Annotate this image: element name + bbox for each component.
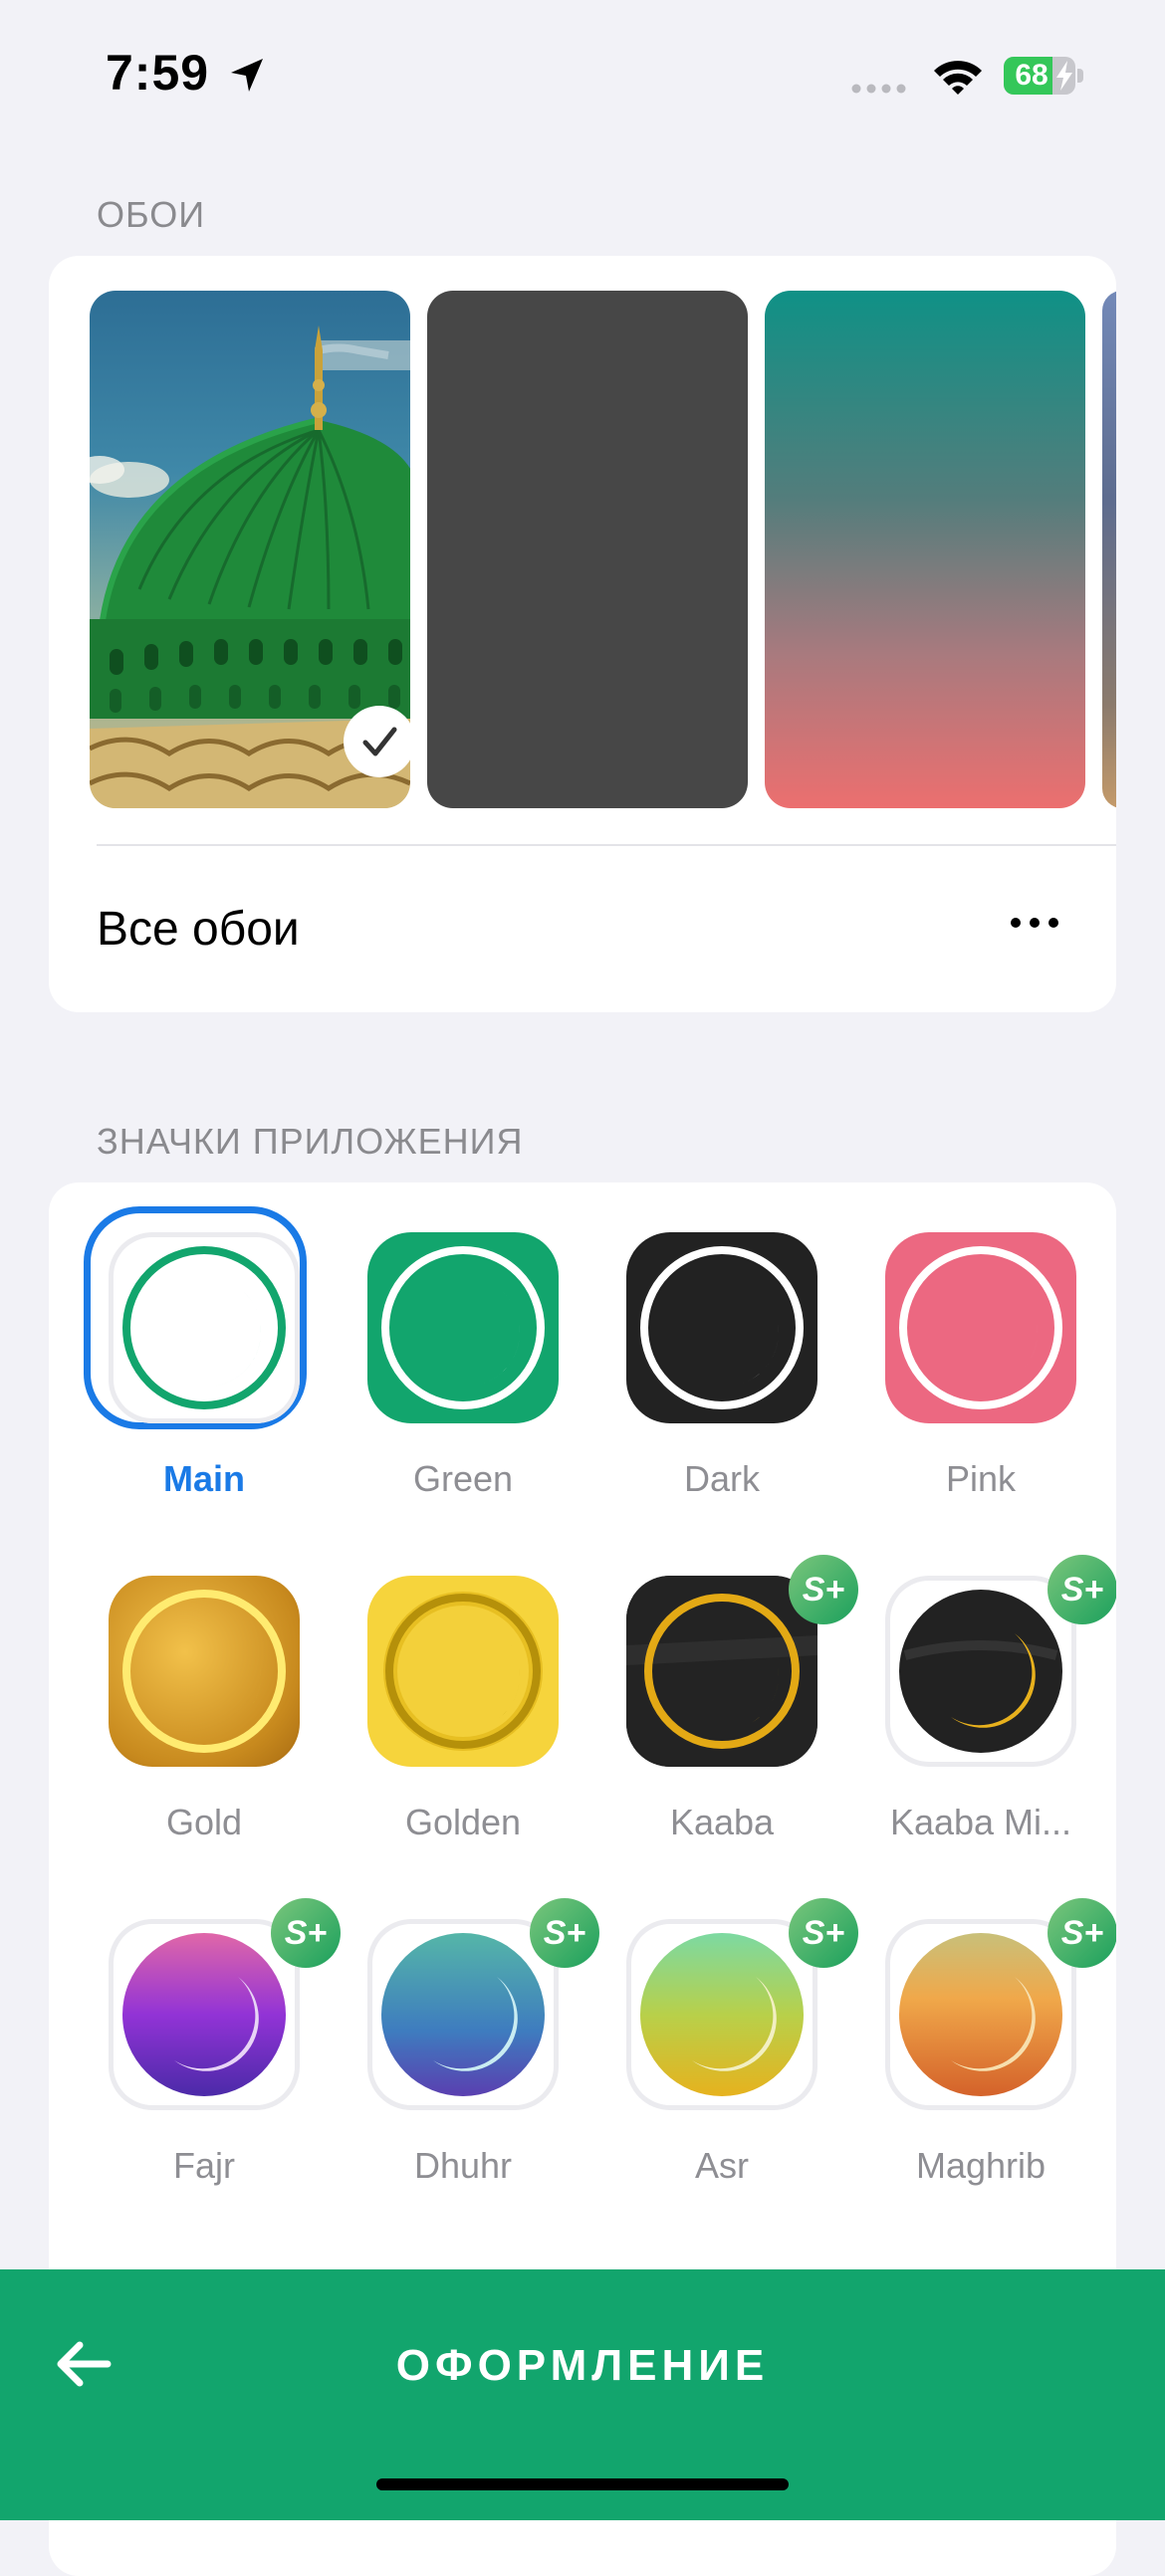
all-wallpapers-row[interactable]: Все обои bbox=[49, 853, 1116, 1002]
app-icon-label: Maghrib bbox=[915, 2145, 1047, 2186]
maghrib-icon bbox=[885, 1919, 1076, 2110]
main-icon bbox=[109, 1232, 300, 1423]
wallpaper-dark-gray[interactable] bbox=[427, 291, 748, 808]
home-indicator bbox=[376, 2478, 789, 2490]
wallpapers-header: ОБОИ bbox=[97, 194, 206, 235]
charging-bolt-icon bbox=[1056, 61, 1072, 91]
gold-icon bbox=[109, 1576, 300, 1767]
asr-icon bbox=[626, 1919, 817, 2110]
wifi-icon bbox=[934, 61, 982, 95]
pink-icon bbox=[885, 1232, 1076, 1423]
status-time: 7:59 bbox=[106, 45, 210, 101]
app-icon-asr[interactable]: S+ Asr bbox=[567, 1869, 858, 2186]
app-icon-label: Pink bbox=[945, 1458, 1017, 1499]
fajr-icon bbox=[109, 1919, 300, 2110]
selected-check-icon bbox=[344, 706, 410, 777]
app-icon-golden[interactable]: Golden bbox=[308, 1526, 559, 1842]
dark-icon bbox=[626, 1232, 817, 1423]
more-icon[interactable] bbox=[1010, 917, 1059, 929]
kaaba-icon bbox=[626, 1576, 817, 1767]
wallpaper-teal-gradient[interactable] bbox=[765, 291, 1085, 808]
cellular-signal-icon bbox=[851, 84, 906, 94]
app-icon-main[interactable]: Main bbox=[49, 1182, 307, 1499]
app-icon-green[interactable]: Green bbox=[308, 1182, 559, 1499]
green-icon bbox=[367, 1232, 559, 1423]
kaaba-mini-icon bbox=[885, 1576, 1076, 1767]
app-icon-kaaba-mini[interactable]: S+ Kaaba Mi... bbox=[825, 1526, 1116, 1842]
premium-badge: S+ bbox=[1048, 1898, 1116, 1968]
wallpaper-mosque-dome[interactable] bbox=[90, 291, 410, 808]
app-icon-dhuhr[interactable]: S+ Dhuhr bbox=[308, 1869, 599, 2186]
app-icon-gold[interactable]: Gold bbox=[49, 1526, 300, 1842]
screen-title: ОФОРМЛЕНИЕ bbox=[395, 2341, 770, 2390]
app-icon-kaaba[interactable]: S+ Kaaba bbox=[567, 1526, 858, 1842]
divider bbox=[97, 844, 1116, 846]
wallpapers-card: Все обои bbox=[49, 256, 1116, 1012]
battery-icon: 68 bbox=[1004, 57, 1083, 95]
app-icon-maghrib[interactable]: S+ Maghrib bbox=[825, 1869, 1116, 2186]
wallpaper-city-partial[interactable] bbox=[1102, 291, 1116, 808]
status-bar: 7:59 68 bbox=[0, 0, 1165, 149]
app-icon-fajr[interactable]: S+ Fajr bbox=[49, 1869, 341, 2186]
location-arrow-icon bbox=[231, 59, 263, 92]
all-wallpapers-label: Все обои bbox=[97, 903, 300, 956]
golden-icon bbox=[367, 1576, 559, 1767]
app-icon-pink[interactable]: Pink bbox=[825, 1182, 1076, 1499]
app-icons-header: ЗНАЧКИ ПРИЛОЖЕНИЯ bbox=[97, 1121, 524, 1162]
app-icon-dark[interactable]: Dark bbox=[567, 1182, 817, 1499]
bottom-nav-bar: ОФОРМЛЕНИЕ bbox=[0, 2269, 1165, 2520]
app-icon-label: Kaaba Mi... bbox=[889, 1802, 1072, 1842]
premium-badge: S+ bbox=[1048, 1555, 1116, 1624]
battery-percent: 68 bbox=[1015, 59, 1048, 92]
dhuhr-icon bbox=[367, 1919, 559, 2110]
